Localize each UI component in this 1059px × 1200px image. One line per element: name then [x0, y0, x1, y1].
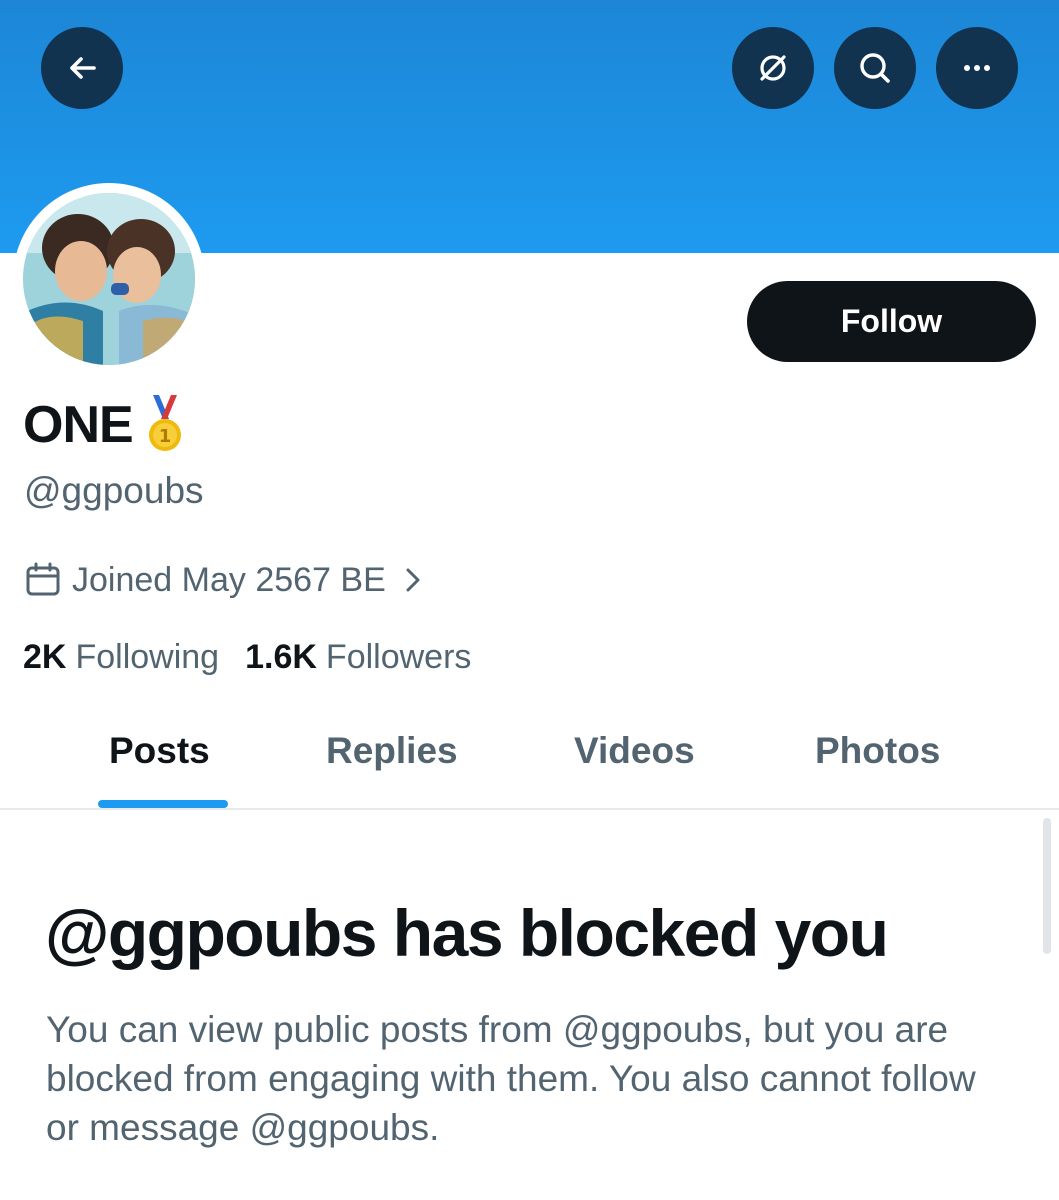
avatar-illustration — [23, 193, 195, 365]
arrow-left-icon — [70, 57, 96, 79]
avatar-photo — [23, 193, 195, 365]
profile-handle: @ggpoubs — [24, 470, 204, 511]
calendar-icon — [26, 562, 60, 596]
joined-text: Joined May 2567 BE — [72, 560, 386, 599]
gold-medal-icon: 1 — [148, 395, 181, 451]
following-label: Following — [75, 637, 220, 676]
search-icon — [860, 53, 890, 83]
tab-photos[interactable]: Photos — [815, 730, 940, 772]
tab-videos[interactable]: Videos — [574, 730, 695, 772]
joined-date[interactable]: Joined May 2567 BE — [24, 557, 424, 603]
search-button[interactable] — [834, 27, 916, 109]
grok-button[interactable] — [732, 27, 814, 109]
more-horizontal-icon — [964, 65, 990, 71]
chevron-right-icon — [406, 568, 420, 592]
active-tab-indicator — [98, 800, 228, 808]
scrollbar[interactable] — [1043, 818, 1051, 954]
tabs-divider — [0, 808, 1059, 810]
followers-label: Followers — [325, 637, 472, 676]
display-name: ONE 1 — [23, 393, 187, 457]
back-button[interactable] — [41, 27, 123, 109]
more-options-button[interactable] — [936, 27, 1018, 109]
follow-button[interactable]: Follow — [747, 281, 1036, 362]
display-name-text: ONE — [23, 396, 134, 454]
blocked-description: You can view public posts from @ggpoubs,… — [46, 1009, 976, 1148]
tab-replies[interactable]: Replies — [326, 730, 458, 772]
blocked-title: @ggpoubs has blocked you — [45, 896, 889, 970]
profile-tabs: Posts Replies Videos Photos — [0, 700, 1059, 808]
follow-stats: 2K Following 1.6K Followers — [23, 634, 497, 680]
following-link[interactable]: 2K Following — [23, 638, 219, 677]
svg-text:1: 1 — [158, 426, 171, 447]
followers-count: 1.6K — [245, 637, 317, 676]
tab-posts[interactable]: Posts — [109, 730, 210, 772]
followers-link[interactable]: 1.6K Followers — [245, 638, 471, 677]
avatar[interactable] — [13, 183, 205, 375]
grok-slash-circle-icon — [760, 55, 786, 81]
following-count: 2K — [23, 637, 67, 676]
